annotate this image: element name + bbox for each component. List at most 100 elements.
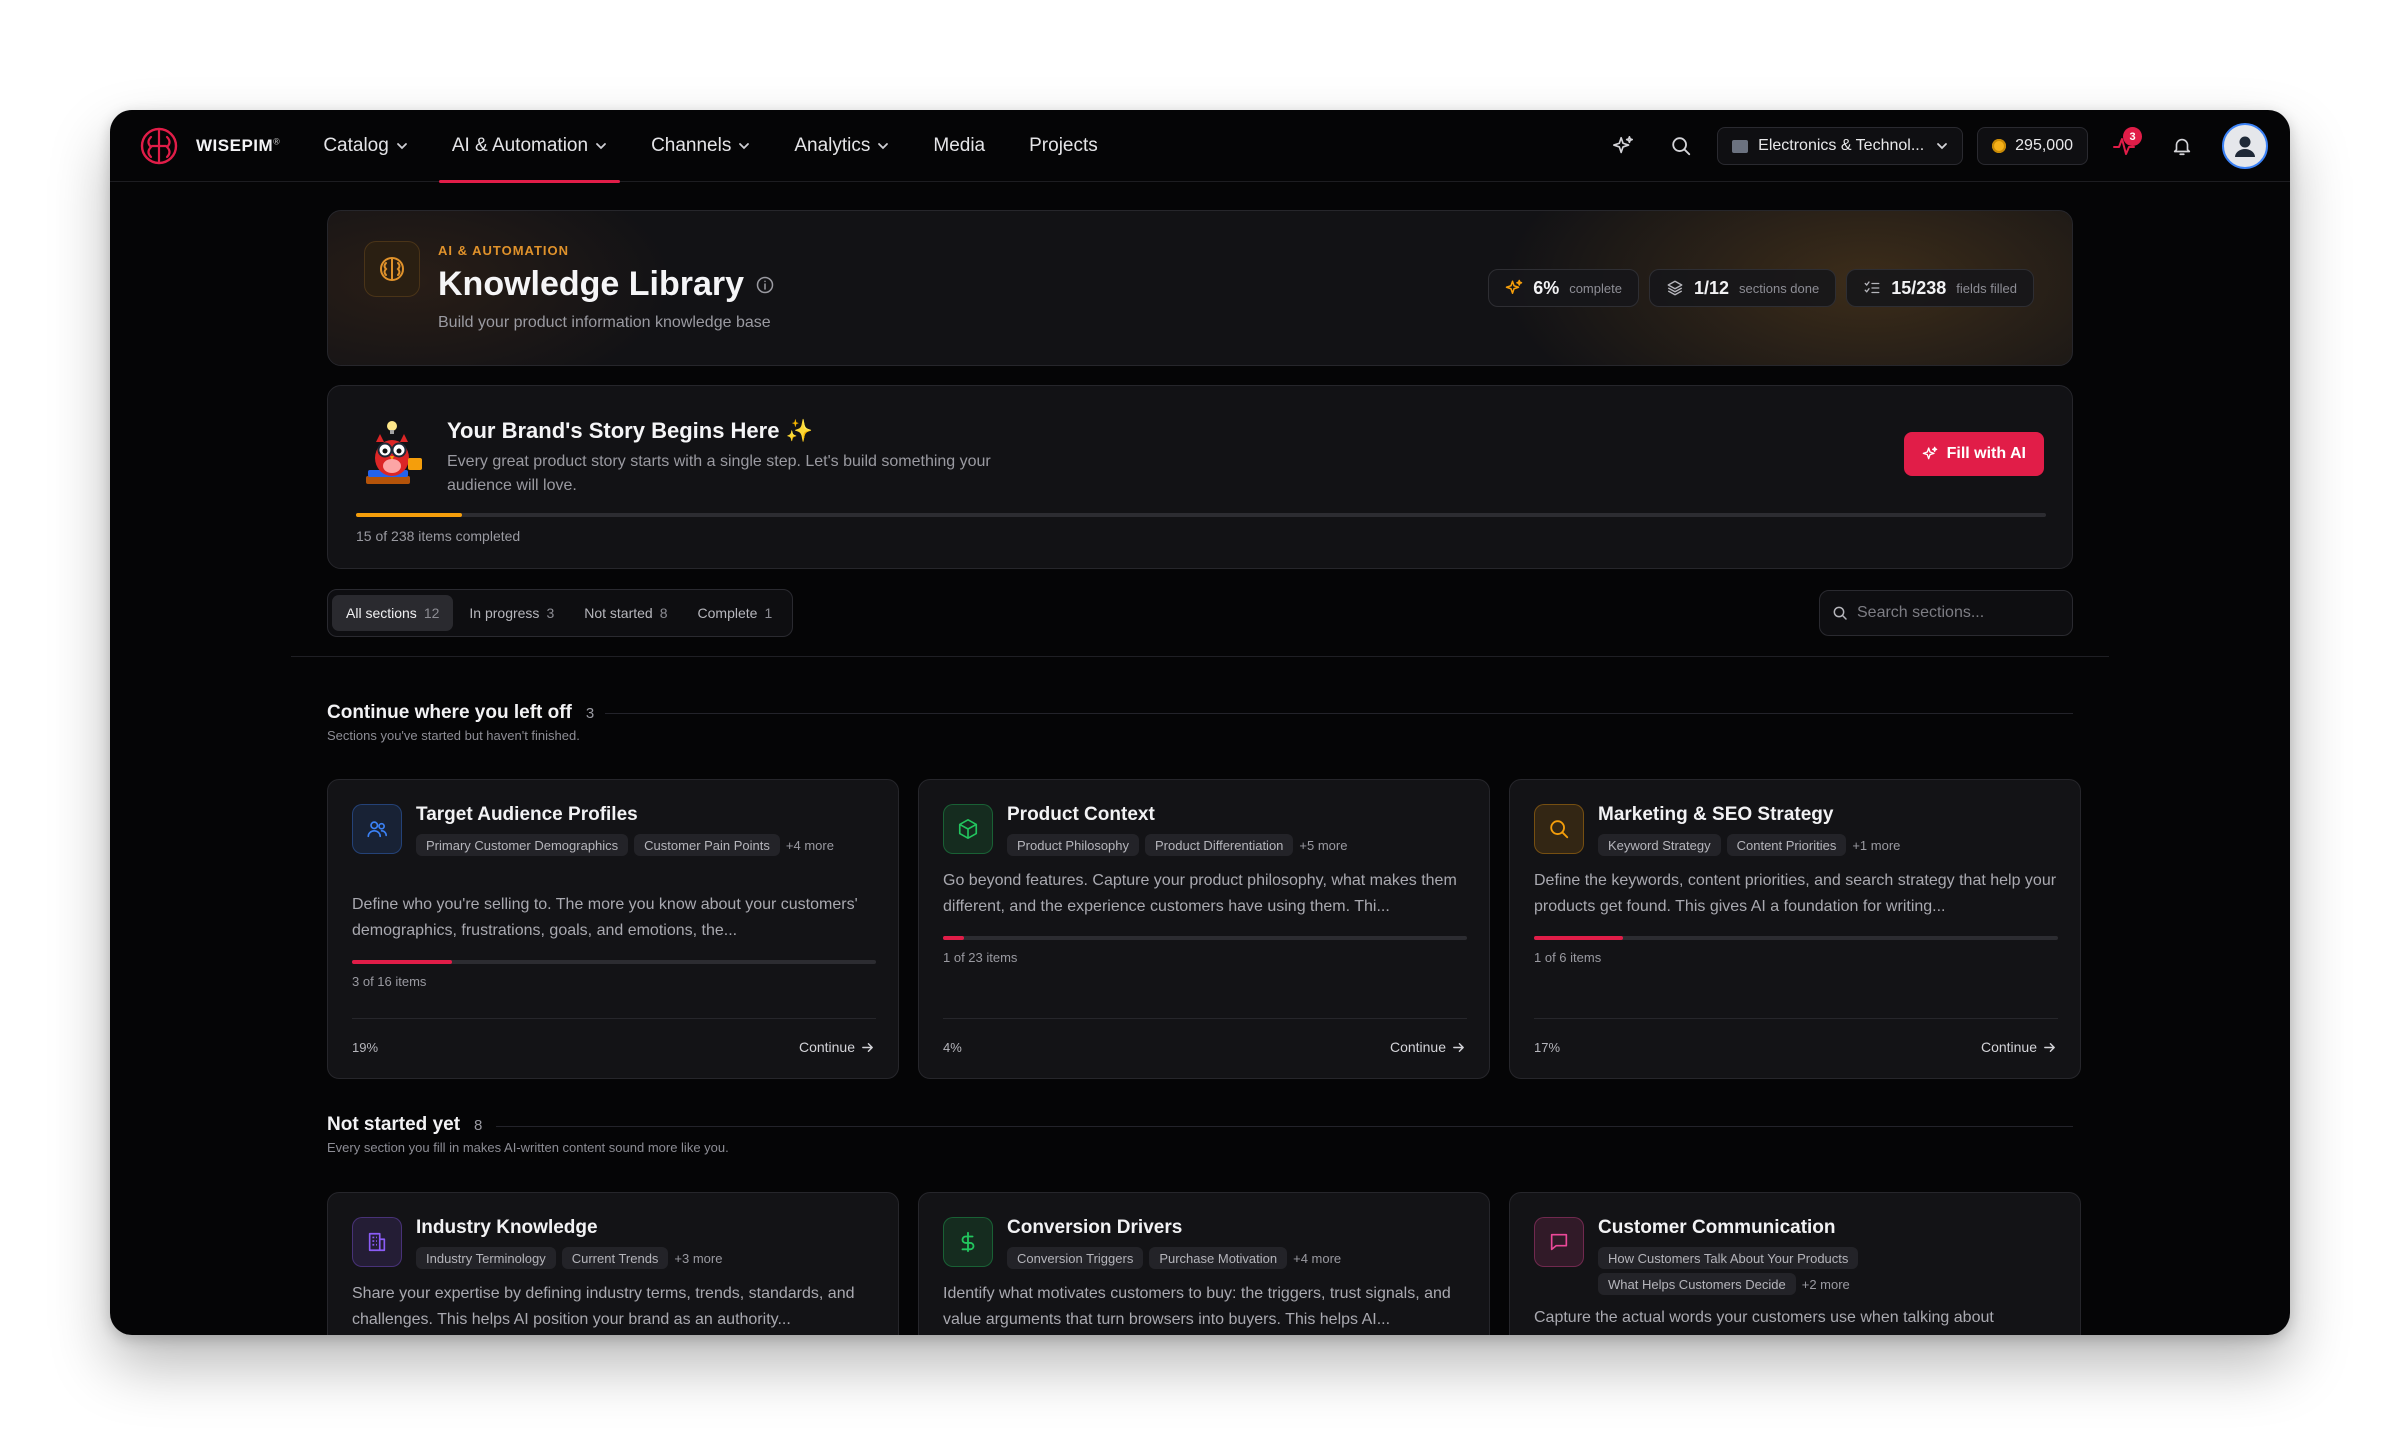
workspace-selector[interactable]: Electronics & Technol... <box>1717 127 1964 165</box>
main-content: AI & AUTOMATION Knowledge Library Build … <box>110 182 2290 1335</box>
onboarding-story-card: Your Brand's Story Begins Here ✨ Every g… <box>327 385 2073 569</box>
section-card[interactable]: Marketing & SEO Strategy Keyword Strateg… <box>1509 779 2081 1079</box>
card-tag: Current Trends <box>561 1247 669 1269</box>
arrow-right-icon <box>862 1042 873 1052</box>
nav-item-projects[interactable]: Projects <box>1016 110 1111 182</box>
card-more-tags: +5 more <box>1299 837 1348 853</box>
card-items-count: 3 of 16 items <box>352 974 427 989</box>
continue-label: Continue <box>798 1039 855 1055</box>
card-tag: What Helps Customers Decide <box>1598 1273 1796 1295</box>
card-title: Customer Communication <box>1598 1217 1836 1238</box>
card-tags: Primary Customer Demographics Customer Pa… <box>416 834 876 860</box>
card-title: Industry Knowledge <box>416 1217 598 1238</box>
nav-item-channels[interactable]: Channels <box>638 110 763 182</box>
filter-tab-not-started[interactable]: Not started 8 <box>570 595 681 631</box>
nav-item-ai-automation[interactable]: AI & Automation <box>438 110 621 183</box>
filter-tab-count: 12 <box>423 605 440 621</box>
page-subtitle: Build your product information knowledge… <box>438 314 771 331</box>
section-count: 3 <box>585 704 595 722</box>
card-tags: Product Philosophy Product Differentiatio… <box>1007 834 1467 860</box>
section-count: 8 <box>474 1116 483 1134</box>
continue-button[interactable]: Continue <box>1390 1039 1465 1055</box>
filter-tab-in-progress[interactable]: In progress 3 <box>455 595 568 631</box>
info-icon[interactable] <box>756 276 774 294</box>
global-search-button[interactable] <box>1659 124 1703 168</box>
app-window: WISEPIM® Catalog AI & Automation Channels A… <box>110 110 2290 1335</box>
filter-tab-count: 8 <box>659 605 668 621</box>
stats-group: 6% complete 1/12 sections done 15/238 fi… <box>1478 269 2034 307</box>
continue-button[interactable]: Continue <box>1981 1039 2056 1055</box>
section-filter-tabs: All sections 12 In progress 3 Not started 8 Co… <box>327 589 794 637</box>
not-started-section-title: Not started yet 8 <box>327 1114 483 1135</box>
search-icon <box>1672 137 1691 156</box>
sparkles-icon <box>1922 446 1937 460</box>
section-card[interactable]: Industry Knowledge Industry Terminology C… <box>327 1192 899 1335</box>
stat-label: complete <box>1569 280 1622 296</box>
user-avatar[interactable] <box>2222 123 2268 169</box>
activity-button[interactable]: 3 <box>2102 124 2146 168</box>
nav-item-catalog[interactable]: Catalog <box>310 110 421 182</box>
users-icon <box>352 804 402 854</box>
card-tags: Keyword Strategy Content Priorities +1 mor… <box>1598 834 2058 860</box>
layers-icon <box>1667 280 1683 296</box>
card-items-count: 1 of 23 items <box>943 950 1018 965</box>
section-divider <box>605 713 2073 714</box>
card-tag: Industry Terminology <box>416 1247 556 1269</box>
chevron-down-icon <box>739 142 750 149</box>
stat-label: sections done <box>1739 280 1820 296</box>
stat-value: 6% <box>1533 277 1560 298</box>
card-title: Target Audience Profiles <box>416 804 638 825</box>
ai-sparkle-button[interactable] <box>1601 124 1645 168</box>
card-tags: Conversion Triggers Purchase Motivation +4… <box>1007 1247 1467 1273</box>
story-progress-fill <box>356 513 463 517</box>
continue-label: Continue <box>1389 1039 1446 1055</box>
stat-fields: 15/238 fields filled <box>1846 269 2034 307</box>
nav-item-label: Channels <box>651 134 732 156</box>
page-header-card: AI & AUTOMATION Knowledge Library Build … <box>327 210 2073 366</box>
card-items-count: 1 of 6 items <box>1534 950 1602 965</box>
card-tags: Industry Terminology Current Trends +3 mor… <box>416 1247 876 1273</box>
main-nav: Catalog AI & Automation Channels Analytics M… <box>310 110 1128 183</box>
card-tags: How Customers Talk About Your Products Wh… <box>1598 1247 2058 1299</box>
nav-item-analytics[interactable]: Analytics <box>781 110 902 182</box>
list-checks-icon <box>1864 281 1880 294</box>
fill-with-ai-button[interactable]: Fill with AI <box>1903 432 2044 476</box>
notifications-button[interactable] <box>2160 124 2204 168</box>
section-divider <box>496 1126 2073 1127</box>
card-tag: Customer Pain Points <box>634 834 780 856</box>
filter-tab-label: All sections <box>346 605 417 621</box>
arrow-right-icon <box>2044 1042 2055 1052</box>
fill-with-ai-label: Fill with AI <box>1946 445 2026 462</box>
search-icon <box>1534 804 1584 854</box>
section-card[interactable]: Target Audience Profiles Primary Custome… <box>327 779 899 1079</box>
card-more-tags: +2 more <box>1801 1276 1850 1292</box>
card-description: Capture the actual words your customers … <box>1534 1309 1994 1326</box>
stat-complete: 6% complete <box>1488 269 1639 307</box>
card-tag: Product Philosophy <box>1007 834 1140 856</box>
chevron-down-icon <box>1937 143 1948 150</box>
card-progress-fill <box>352 960 452 964</box>
card-tag: Purchase Motivation <box>1149 1247 1288 1269</box>
section-card[interactable]: Conversion Drivers Conversion Triggers Pu… <box>918 1192 1490 1335</box>
brand[interactable]: WISEPIM® <box>138 125 280 167</box>
nav-item-media[interactable]: Media <box>920 110 998 182</box>
chevron-down-icon <box>878 142 889 149</box>
story-title: Your Brand's Story Begins Here ✨ <box>447 418 813 443</box>
card-more-tags: +3 more <box>674 1250 723 1266</box>
continue-button[interactable]: Continue <box>799 1039 874 1055</box>
message-icon <box>1534 1217 1584 1267</box>
card-tag: Keyword Strategy <box>1598 834 1721 856</box>
card-tag: How Customers Talk About Your Products <box>1598 1247 1859 1269</box>
not-started-section-subtitle: Every section you fill in makes AI-writt… <box>327 1140 729 1155</box>
credits-balance[interactable]: 295,000 <box>1977 127 2088 165</box>
section-card[interactable]: Product Context Product Philosophy Produc… <box>918 779 1490 1079</box>
card-footer-divider <box>943 1018 1467 1019</box>
search-sections-input[interactable]: Search sections... <box>1819 590 2073 636</box>
filter-tab-all-sections[interactable]: All sections 12 <box>332 595 454 631</box>
arrow-right-icon <box>1453 1042 1464 1052</box>
filter-tab-complete[interactable]: Complete 1 <box>684 595 787 631</box>
card-tag: Conversion Triggers <box>1007 1247 1144 1269</box>
bell-icon <box>2173 138 2191 156</box>
section-card[interactable]: Customer Communication How Customers Tal… <box>1509 1192 2081 1335</box>
continue-label: Continue <box>1980 1039 2037 1055</box>
